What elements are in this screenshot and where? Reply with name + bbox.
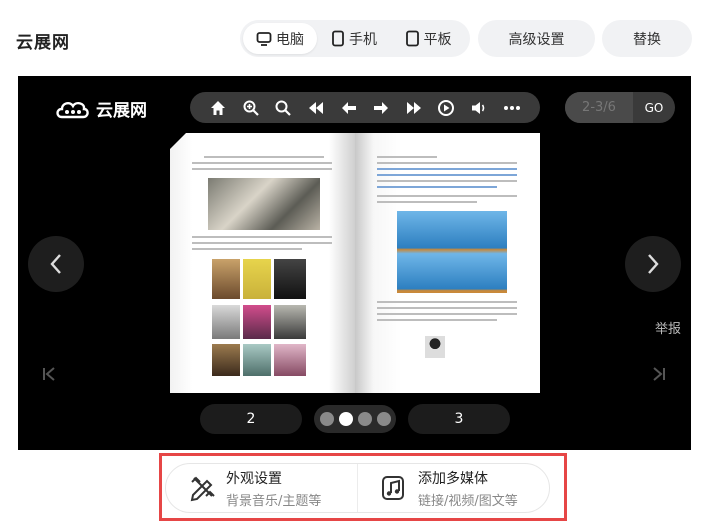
autoplay-icon[interactable] [436, 98, 456, 118]
magazine-cover [274, 259, 306, 299]
text-line [377, 156, 437, 158]
left-page[interactable] [170, 133, 355, 393]
tablet-icon [405, 30, 419, 47]
qr-avatar-image [425, 336, 445, 358]
text-line [192, 168, 332, 170]
device-tablet-button[interactable]: 平板 [391, 23, 465, 54]
text-line [377, 195, 517, 197]
page-dot-active[interactable] [338, 412, 353, 426]
text-line [192, 248, 302, 250]
last-page-skip-button[interactable] [652, 366, 666, 386]
prev-nav-button[interactable] [28, 236, 84, 292]
action-bar: 外观设置 背景音乐/主题等 添加多媒体 链接/视频/图文等 [165, 463, 550, 513]
magazine-cover [243, 259, 271, 299]
text-line [377, 313, 517, 315]
pen-ruler-icon [190, 476, 215, 502]
report-link[interactable]: 举报 [655, 318, 681, 337]
go-button[interactable]: GO [633, 101, 675, 115]
interior-photo [208, 178, 320, 230]
magazine-cover [243, 344, 271, 376]
page-fold-corner [170, 133, 186, 149]
text-line [377, 162, 517, 164]
device-phone-label: 手机 [349, 31, 377, 48]
magazine-cover [274, 344, 306, 376]
viewer-logo-text: 云展网 [96, 101, 147, 121]
text-line [377, 319, 497, 321]
magazine-cover [274, 305, 306, 339]
right-page-number[interactable]: 3 [408, 404, 510, 434]
text-line [377, 201, 477, 203]
device-desktop-label: 电脑 [276, 31, 304, 48]
text-line [377, 301, 517, 303]
left-page-number[interactable]: 2 [200, 404, 302, 434]
device-desktop-button[interactable]: 电脑 [243, 23, 317, 54]
music-note-icon [382, 476, 404, 500]
appearance-title: 外观设置 [226, 470, 282, 487]
link-line [377, 186, 497, 188]
editor-app: 云展网 电脑 手机 平板 高级设置 替换 云展网 2-3/6 GO 举报 2 3… [0, 0, 720, 531]
volume-icon[interactable] [469, 98, 489, 118]
page-input-field[interactable]: 2-3/6 [565, 92, 633, 123]
device-phone-button[interactable]: 手机 [317, 23, 391, 54]
text-line [192, 242, 332, 244]
text-line [204, 156, 324, 158]
right-page[interactable] [355, 133, 540, 393]
add-multimedia-button[interactable]: 添加多媒体 链接/视频/图文等 [357, 464, 549, 512]
skip-first-icon [43, 367, 55, 381]
home-icon[interactable] [208, 98, 228, 118]
appearance-settings-button[interactable]: 外观设置 背景音乐/主题等 [166, 464, 357, 512]
viewer-toolbar [190, 92, 540, 123]
last-page-icon[interactable] [404, 98, 424, 118]
phone-icon [332, 30, 344, 47]
bookshelf-image [397, 211, 507, 293]
text-line [377, 180, 517, 182]
monitor-icon [256, 31, 272, 46]
magazine-cover [212, 344, 240, 376]
flipbook-viewer: 云展网 2-3/6 GO 举报 2 3 [18, 76, 691, 450]
magazine-cover [212, 305, 240, 339]
skip-last-icon [653, 367, 665, 381]
next-page-icon[interactable] [371, 98, 391, 118]
advanced-settings-button[interactable]: 高级设置 [478, 20, 595, 57]
multimedia-title: 添加多媒体 [418, 470, 488, 487]
link-line [377, 174, 517, 176]
appearance-subtitle: 背景音乐/主题等 [226, 493, 322, 509]
next-nav-button[interactable] [625, 236, 681, 292]
viewer-logo: 云展网 [54, 96, 147, 121]
device-switcher: 电脑 手机 平板 [240, 20, 470, 57]
page-dot[interactable] [319, 412, 334, 426]
cloud-logo-icon [56, 101, 89, 118]
magazine-cover [212, 259, 240, 299]
magazine-cover [243, 305, 271, 339]
replace-button[interactable]: 替换 [602, 20, 692, 57]
page-dots [314, 405, 396, 433]
text-line [377, 307, 517, 309]
zoom-in-icon[interactable] [241, 98, 261, 118]
search-icon[interactable] [273, 98, 293, 118]
chevron-right-icon [648, 254, 659, 274]
chevron-left-icon [50, 254, 61, 274]
first-page-skip-button[interactable] [42, 366, 56, 386]
prev-page-icon[interactable] [339, 98, 359, 118]
device-tablet-label: 平板 [423, 31, 452, 48]
page-dot[interactable] [376, 412, 391, 426]
more-icon[interactable] [502, 98, 522, 118]
link-line [377, 168, 517, 170]
text-line [192, 236, 332, 238]
page-jump: 2-3/6 GO [565, 92, 675, 123]
book-spread [170, 133, 540, 393]
text-line [192, 162, 332, 164]
first-page-icon[interactable] [306, 98, 326, 118]
multimedia-subtitle: 链接/视频/图文等 [418, 493, 518, 509]
page-dot[interactable] [357, 412, 372, 426]
brand-title: 云展网 [16, 33, 70, 53]
